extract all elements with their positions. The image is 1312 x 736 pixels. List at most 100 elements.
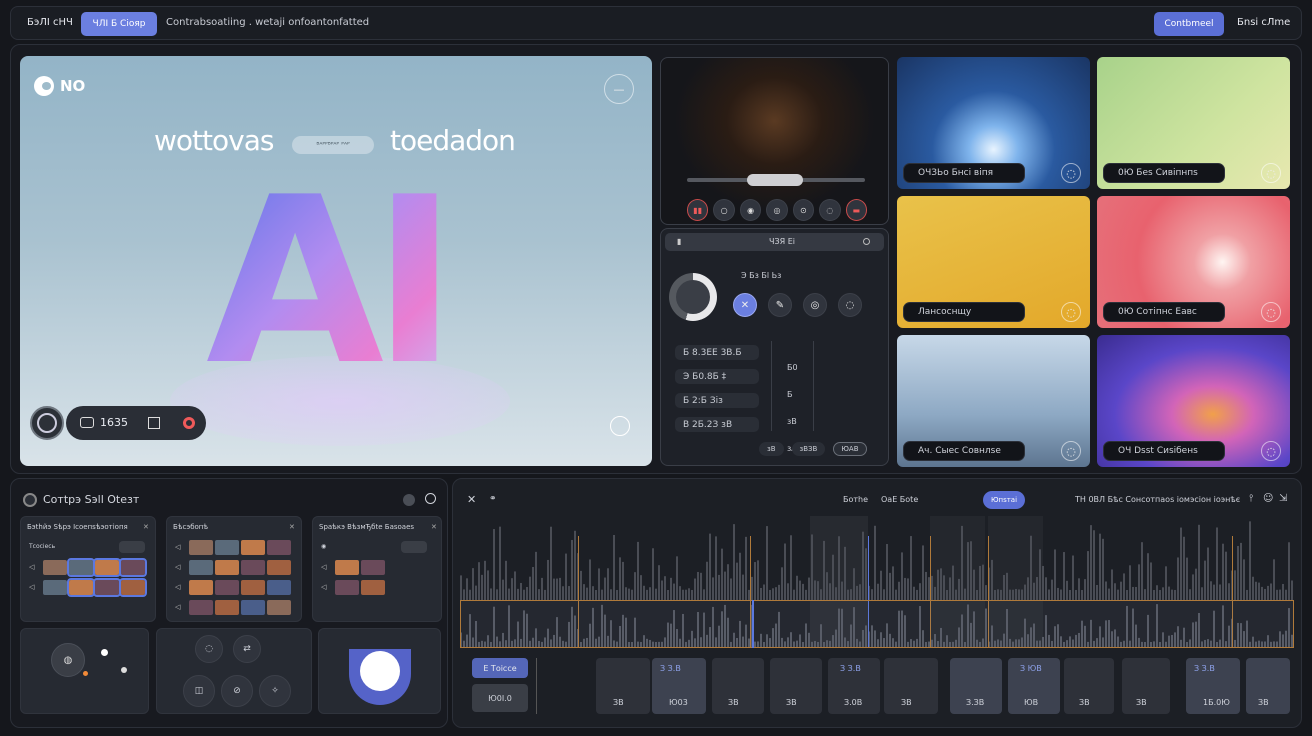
library-thumb[interactable] <box>189 560 213 575</box>
library-thumb[interactable] <box>267 560 291 575</box>
library-thumb[interactable] <box>335 580 359 595</box>
library-thumb[interactable] <box>241 580 265 595</box>
timeline-tab-a[interactable]: Ботhe <box>843 495 868 504</box>
player-control-button[interactable]: ▬ <box>845 199 867 221</box>
settings-row[interactable]: В 2Б.2З зВ <box>675 417 759 432</box>
player-control-button[interactable]: ◉ <box>739 199 762 221</box>
track-block[interactable]: ЗВ <box>712 658 764 714</box>
stop-icon[interactable] <box>148 417 160 429</box>
library-card-close-icon[interactable]: ✕ <box>289 523 295 531</box>
library-card-toggle[interactable] <box>401 541 427 553</box>
library-thumb[interactable] <box>93 578 121 597</box>
tile-action-icon[interactable]: ◌ <box>1261 163 1281 183</box>
player-control-button[interactable]: ▮▮ <box>687 199 709 221</box>
library-thumb[interactable] <box>241 560 265 575</box>
circle-option-icon[interactable] <box>425 493 436 504</box>
settings-footer-chip[interactable]: зВ <box>759 442 784 456</box>
library-thumb[interactable] <box>215 580 239 595</box>
media-tile-label[interactable]: Ач. Сыес Совнлsе <box>903 441 1025 461</box>
library-card[interactable]: Бѣсэбопѣ ✕ ◁ ◁ ◁ ◁ <box>166 516 302 622</box>
media-tile-label[interactable]: 0Ю Сотіпнс Еавс <box>1103 302 1225 322</box>
account-label[interactable]: Бnsi сЛmе <box>1237 17 1290 28</box>
track-block[interactable]: ЗВ <box>596 658 650 714</box>
player-control-button[interactable]: ◎ <box>766 199 788 221</box>
toggle-knob[interactable] <box>360 651 400 691</box>
library-thumb[interactable] <box>335 560 359 575</box>
library-thumb[interactable] <box>241 540 265 555</box>
primary-button[interactable]: Contbmeel <box>1154 12 1224 36</box>
pad-up-button[interactable]: ◌ <box>195 635 223 663</box>
settings-tool-button[interactable]: ✕ <box>733 293 757 317</box>
player-control-button[interactable]: ⊙ <box>792 199 815 221</box>
search-clear-icon[interactable] <box>863 238 870 245</box>
library-thumb[interactable] <box>267 580 291 595</box>
media-tile-label[interactable]: 0Ю Беs Сивіпнпs <box>1103 163 1225 183</box>
emoji-icon[interactable]: ☺ <box>1263 493 1273 504</box>
settings-footer-chip[interactable]: ЮАВ <box>833 442 867 456</box>
library-thumb[interactable] <box>43 580 67 595</box>
library-thumb[interactable] <box>361 560 385 575</box>
media-tile-label[interactable]: Лансоснщу <box>903 302 1025 322</box>
tile-action-icon[interactable]: ◌ <box>1261 441 1281 461</box>
media-tile[interactable]: ОЧ Dsst Сиsiбенs ◌ <box>1097 335 1290 467</box>
settings-row[interactable]: Б 8.3ЕЕ 3В.Б <box>675 345 759 360</box>
library-thumb[interactable] <box>189 540 213 555</box>
camera-icon[interactable] <box>80 417 94 428</box>
library-thumb[interactable] <box>119 558 147 577</box>
library-thumb[interactable] <box>189 600 213 615</box>
tile-action-icon[interactable]: ◌ <box>1061 441 1081 461</box>
library-thumb[interactable] <box>93 558 121 577</box>
progress-dial[interactable] <box>669 273 717 321</box>
library-thumb[interactable] <box>215 600 239 615</box>
timeline-tab-b[interactable]: ОаЕ Боtе <box>881 495 918 504</box>
pad-left-button[interactable]: ◫ <box>183 675 215 707</box>
close-icon[interactable]: ✕ <box>467 493 476 506</box>
library-thumb[interactable] <box>215 540 239 555</box>
timeline-active-tab[interactable]: Юпsтаі <box>983 491 1025 509</box>
tile-action-icon[interactable]: ◌ <box>1061 163 1081 183</box>
library-thumb[interactable] <box>189 580 213 595</box>
settings-tool-button[interactable]: ✎ <box>768 293 792 317</box>
library-card-close-icon[interactable]: ✕ <box>431 523 437 531</box>
player-scrubber[interactable] <box>747 174 803 186</box>
library-thumb[interactable] <box>241 600 265 615</box>
pad-mid-button[interactable]: ⊘ <box>221 675 253 707</box>
library-thumb[interactable] <box>215 560 239 575</box>
info-icon[interactable] <box>403 494 415 506</box>
media-tile[interactable]: Лансоснщу ◌ <box>897 196 1090 328</box>
media-tile-label[interactable]: ОЧЗЬо Бнсі віпя <box>903 163 1025 183</box>
settings-ring-icon[interactable] <box>610 416 630 436</box>
pad-right-button[interactable]: ✧ <box>259 675 291 707</box>
hero-logo[interactable]: NO <box>34 74 85 98</box>
library-thumb[interactable] <box>267 600 291 615</box>
live-dot-icon[interactable] <box>183 417 195 429</box>
settings-row[interactable]: Б 2:Б Зіз <box>675 393 759 408</box>
track-label-active[interactable]: Е Тоіссe <box>472 658 528 678</box>
marker-icon[interactable]: ⫯ <box>1249 493 1253 504</box>
settings-tool-button[interactable]: ◎ <box>803 293 827 317</box>
library-thumb[interactable] <box>67 558 95 577</box>
settings-tool-button[interactable]: ◌ <box>838 293 862 317</box>
tile-action-icon[interactable]: ◌ <box>1061 302 1081 322</box>
track-block[interactable]: ЗВ <box>1246 658 1290 714</box>
track-block[interactable]: ЗВ <box>1122 658 1170 714</box>
library-card[interactable]: Бэthйэ Sѣрэ Ісоепsѣэотіопя ✕ Тсосіесь ◁ ◁ <box>20 516 156 622</box>
track-label-secondary[interactable]: Ю0І.0 <box>472 684 528 712</box>
library-card-close-icon[interactable]: ✕ <box>143 523 149 531</box>
tile-action-icon[interactable]: ◌ <box>1261 302 1281 322</box>
link-icon[interactable]: ⚭ <box>489 494 497 504</box>
export-icon[interactable]: ⇲ <box>1279 493 1287 504</box>
library-thumb[interactable] <box>119 578 147 597</box>
library-card[interactable]: Spаѣкэ ВѣзмЂбtе Баsоаеs ✕ ◉ ◁ ◁ <box>312 516 442 622</box>
track-block[interactable]: З.ЗВ <box>950 658 1002 714</box>
settings-footer-chip[interactable]: зВЗВ <box>791 442 826 456</box>
media-tile[interactable]: Ач. Сыес Совнлsе ◌ <box>897 335 1090 467</box>
minimize-icon[interactable]: — <box>604 74 634 104</box>
track-block[interactable]: ЗВ <box>884 658 938 714</box>
media-tile[interactable]: 0Ю Беs Сивіпнпs ◌ <box>1097 57 1290 189</box>
playhead[interactable] <box>752 600 754 648</box>
media-tile[interactable]: 0Ю Сотіпнс Еавс ◌ <box>1097 196 1290 328</box>
library-thumb[interactable] <box>361 580 385 595</box>
player-control-button[interactable]: ◌ <box>819 199 841 221</box>
track-block[interactable]: ЗВ <box>1064 658 1114 714</box>
